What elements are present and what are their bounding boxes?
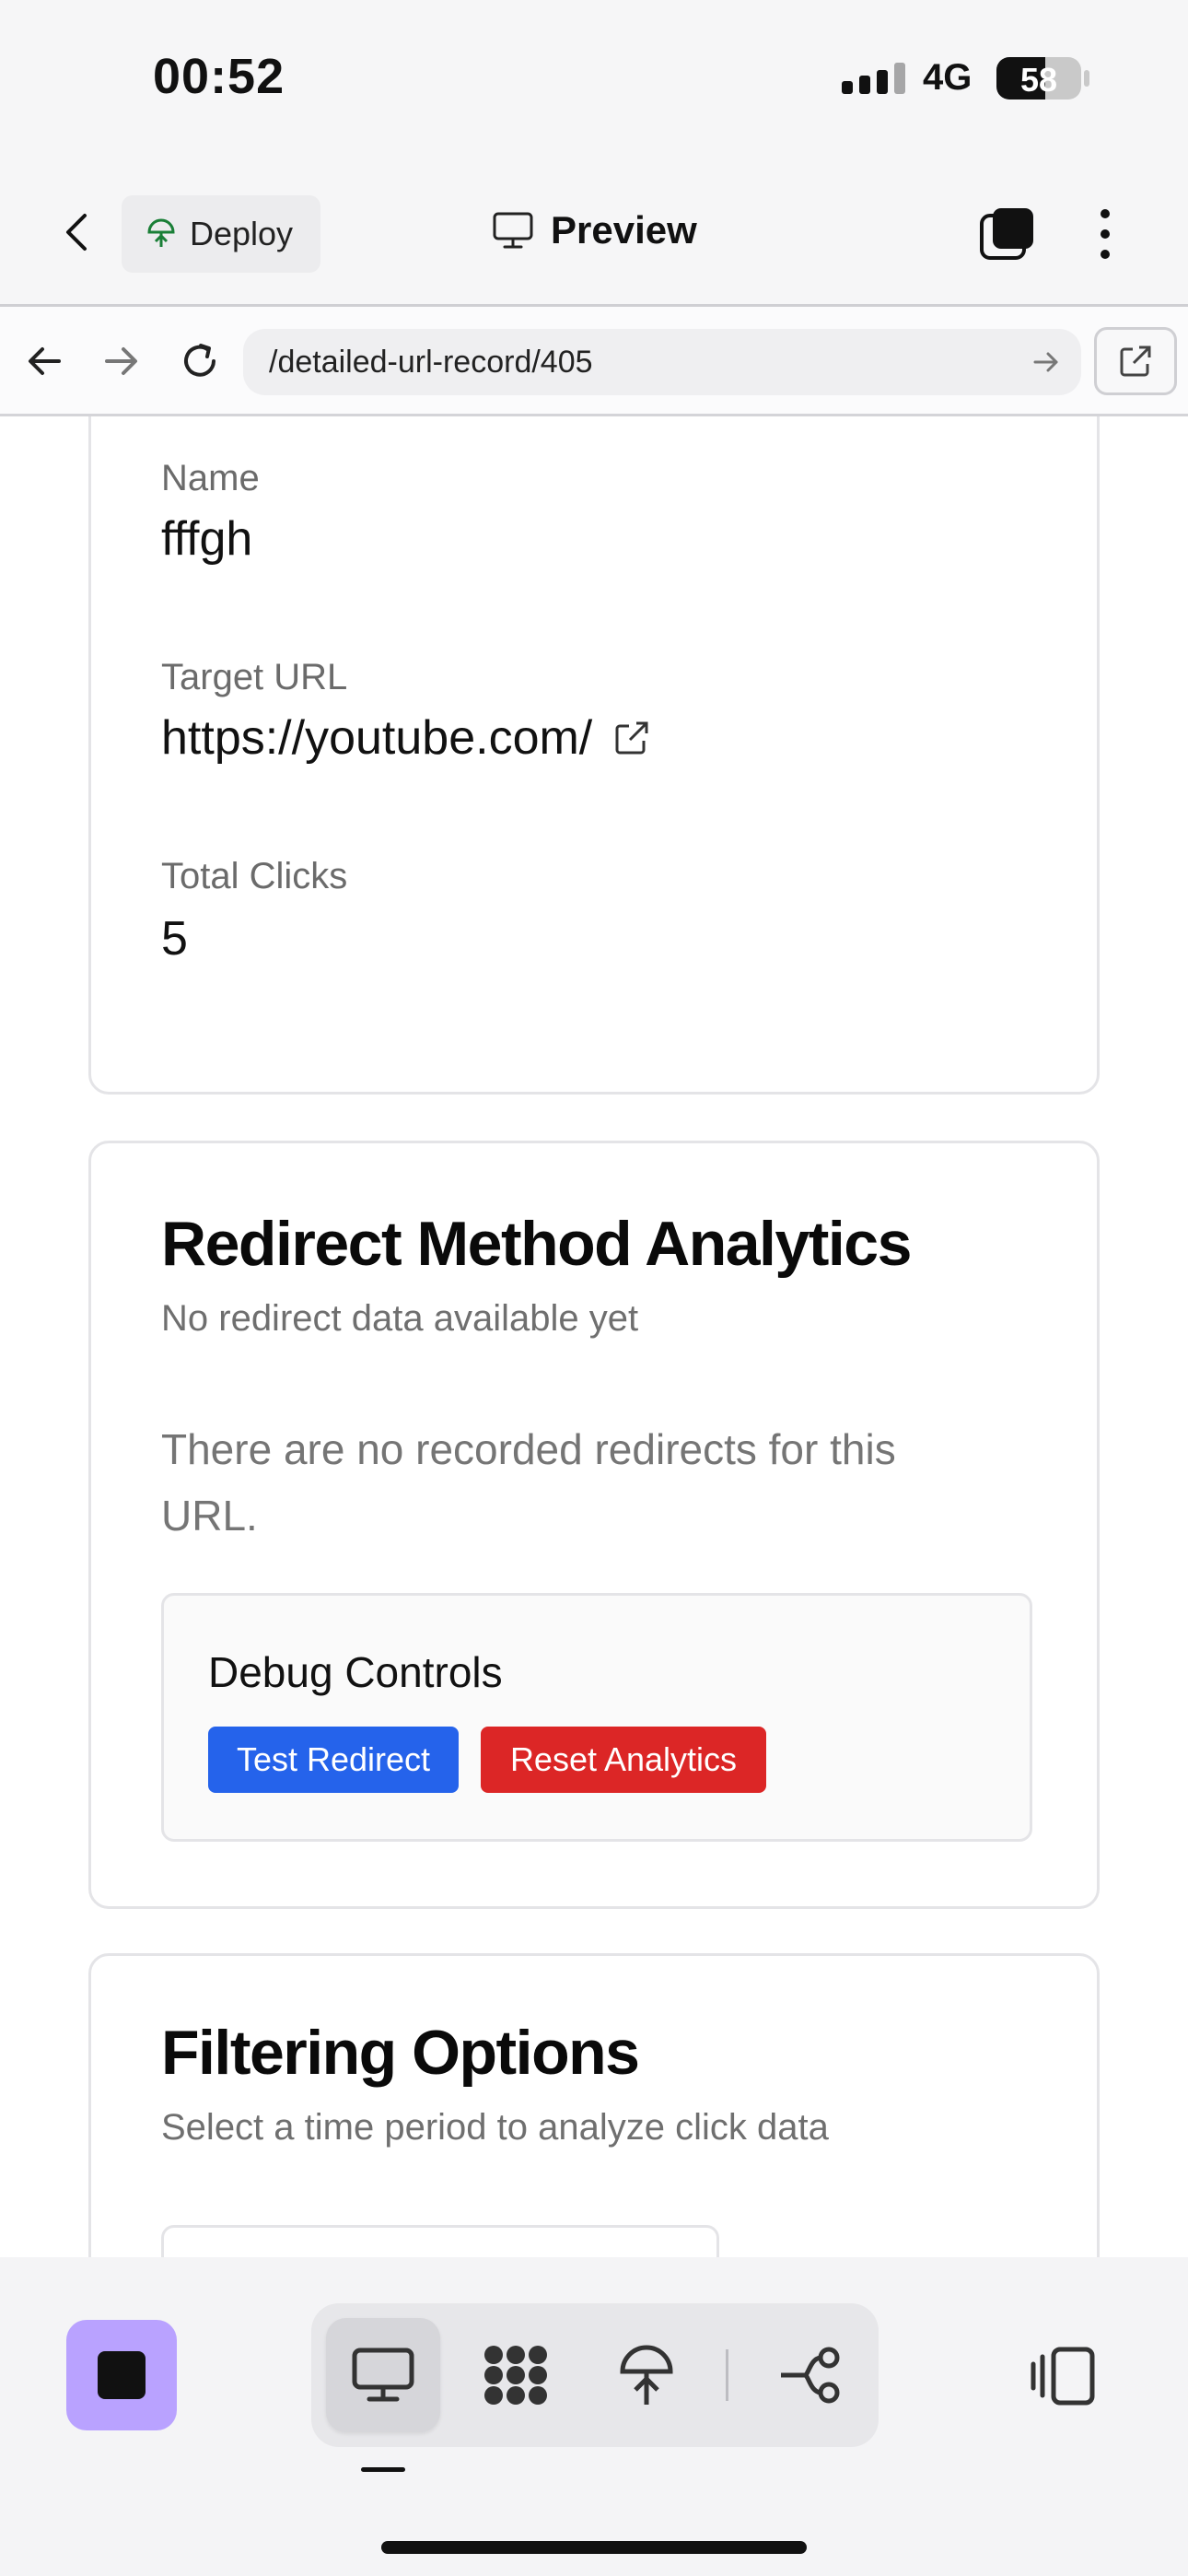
url-details-card: Name fffgh Target URL https://youtube.co… xyxy=(88,416,1100,1095)
apps-view-tab[interactable] xyxy=(459,2318,573,2432)
open-external-button[interactable] xyxy=(1094,327,1177,395)
external-link-icon[interactable] xyxy=(612,719,651,757)
workflow-view-tab[interactable] xyxy=(753,2318,868,2432)
desktop-icon xyxy=(493,212,533,249)
deploy-icon xyxy=(620,2345,673,2405)
app-header: Deploy Preview xyxy=(0,184,1188,304)
browser-bar: /detailed-url-record/405 xyxy=(0,304,1188,416)
target-url-label: Target URL xyxy=(161,657,348,697)
preview-title[interactable]: Preview xyxy=(492,208,697,252)
reset-analytics-button[interactable]: Reset Analytics xyxy=(481,1727,766,1793)
forward-arrow-icon[interactable] xyxy=(98,338,144,384)
go-arrow-icon[interactable] xyxy=(1031,347,1061,377)
battery-percent: 58 xyxy=(1019,61,1058,99)
redirect-analytics-subtitle: No redirect data available yet xyxy=(161,1298,639,1339)
total-clicks-label: Total Clicks xyxy=(161,856,348,896)
stop-icon xyxy=(98,2351,146,2399)
deploy-label: Deploy xyxy=(190,215,294,252)
stop-button[interactable] xyxy=(66,2320,177,2430)
target-url-row: https://youtube.com/ xyxy=(161,710,651,766)
debug-controls-panel: Debug Controls Test Redirect Reset Analy… xyxy=(161,1593,1032,1842)
more-vertical-icon[interactable] xyxy=(1087,205,1124,263)
deploy-icon xyxy=(147,218,175,247)
filtering-options-subtitle: Select a time period to analyze click da… xyxy=(161,2107,829,2148)
total-clicks-value: 5 xyxy=(161,912,188,966)
page-content: Name fffgh Target URL https://youtube.co… xyxy=(0,416,1188,2257)
test-redirect-button[interactable]: Test Redirect xyxy=(208,1727,459,1793)
status-bar: 00:52 4G 58 xyxy=(0,0,1188,157)
redirect-analytics-card: Redirect Method Analytics No redirect da… xyxy=(88,1141,1100,1909)
battery-nub xyxy=(1084,70,1089,87)
back-arrow-icon[interactable] xyxy=(22,338,68,384)
desktop-icon xyxy=(352,2348,414,2402)
name-value: fffgh xyxy=(161,512,253,566)
apps-icon xyxy=(484,2346,547,2405)
url-field[interactable]: /detailed-url-record/405 xyxy=(243,329,1081,395)
desktop-view-tab[interactable] xyxy=(326,2318,440,2432)
filtering-options-title: Filtering Options xyxy=(161,2018,640,2088)
empty-state-message: There are no recorded redirects for this… xyxy=(161,1425,896,1540)
external-link-icon xyxy=(1120,345,1151,377)
url-text: /detailed-url-record/405 xyxy=(269,344,593,380)
network-label: 4G xyxy=(923,57,973,98)
panel-toggle-icon[interactable] xyxy=(1030,2344,1098,2408)
deploy-button[interactable]: Deploy xyxy=(122,195,320,273)
debug-controls-title: Debug Controls xyxy=(208,1648,503,1696)
name-label: Name xyxy=(161,458,260,498)
back-chevron-icon[interactable] xyxy=(57,210,101,254)
workflow-icon xyxy=(781,2347,840,2404)
home-indicator xyxy=(381,2541,807,2554)
status-time: 00:52 xyxy=(153,49,285,104)
preview-label: Preview xyxy=(551,208,697,252)
time-period-select[interactable] xyxy=(161,2225,719,2257)
deploy-view-tab[interactable] xyxy=(589,2318,704,2432)
reload-icon[interactable] xyxy=(177,338,223,384)
tabs-icon[interactable] xyxy=(978,205,1037,263)
target-url-link[interactable]: https://youtube.com/ xyxy=(161,711,592,765)
view-switcher xyxy=(311,2303,879,2447)
redirect-analytics-title: Redirect Method Analytics xyxy=(161,1209,912,1279)
filtering-options-card: Filtering Options Select a time period t… xyxy=(88,1953,1100,2257)
battery-icon: 58 xyxy=(996,57,1081,100)
bottom-toolbar xyxy=(0,2257,1188,2576)
signal-icon xyxy=(842,63,905,94)
toolbar-divider xyxy=(726,2349,728,2401)
active-tab-indicator xyxy=(361,2467,405,2472)
